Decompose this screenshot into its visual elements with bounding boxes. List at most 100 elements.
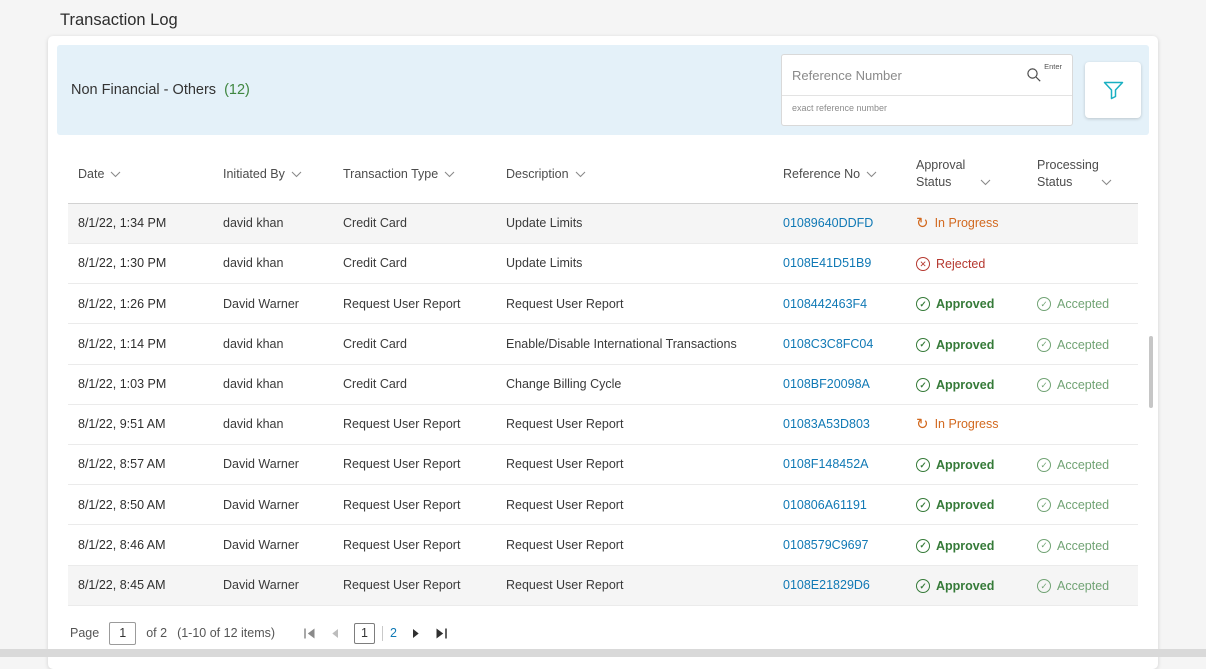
- table-row: 8/1/22, 1:03 PM david khan Credit Card C…: [68, 364, 1138, 404]
- approved-check-icon: ✓: [916, 297, 930, 311]
- sort-chevron-icon[interactable]: [1101, 179, 1112, 186]
- next-page-icon: [412, 628, 420, 639]
- cell-date: 8/1/22, 1:14 PM: [68, 324, 213, 364]
- approval-status: ✕Rejected: [916, 257, 985, 271]
- cell-transaction-type: Request User Report: [333, 525, 496, 565]
- sort-chevron-icon[interactable]: [444, 171, 455, 178]
- in-progress-clock-icon: ↻: [916, 417, 929, 432]
- reference-link[interactable]: 010806A61191: [783, 498, 867, 512]
- page: Transaction Log Non Financial - Others (…: [0, 0, 1206, 657]
- status-text: In Progress: [935, 417, 999, 431]
- approval-status: ✓Approved: [916, 579, 994, 593]
- cell-initiated-by: David Warner: [213, 565, 333, 605]
- accepted-check-icon: ✓: [1037, 458, 1051, 472]
- reference-link[interactable]: 01089640DDFD: [783, 216, 873, 230]
- column-header-processing-status[interactable]: Processing Status: [1027, 144, 1138, 203]
- search-input-row: Enter: [782, 55, 1072, 96]
- reference-number-input[interactable]: [792, 68, 1026, 83]
- page-label: Page: [70, 626, 99, 640]
- accepted-check-icon: ✓: [1037, 498, 1051, 512]
- cell-initiated-by: David Warner: [213, 525, 333, 565]
- vertical-scrollbar[interactable]: [1149, 336, 1153, 408]
- cell-description: Update Limits: [496, 243, 773, 283]
- processing-status: ✓Accepted: [1037, 579, 1109, 593]
- reference-link[interactable]: 0108E21829D6: [783, 578, 870, 592]
- column-header-initiated-by[interactable]: Initiated By: [213, 144, 333, 203]
- column-header-date[interactable]: Date: [68, 144, 213, 203]
- accepted-check-icon: ✓: [1037, 579, 1051, 593]
- cell-date: 8/1/22, 1:30 PM: [68, 243, 213, 283]
- horizontal-scrollbar[interactable]: [0, 649, 1206, 657]
- approved-check-icon: ✓: [916, 338, 930, 352]
- table-row: 8/1/22, 8:46 AM David Warner Request Use…: [68, 525, 1138, 565]
- previous-page-button[interactable]: [331, 628, 339, 639]
- first-page-button[interactable]: [303, 627, 316, 640]
- column-header-reference-no[interactable]: Reference No: [773, 144, 906, 203]
- last-page-icon: [435, 627, 448, 640]
- rejected-cross-icon: ✕: [916, 257, 930, 271]
- column-header-description[interactable]: Description: [496, 144, 773, 203]
- reference-link[interactable]: 0108F148452A: [783, 457, 869, 471]
- cell-initiated-by: david khan: [213, 324, 333, 364]
- reference-link[interactable]: 0108E41D51B9: [783, 256, 871, 270]
- search-icon[interactable]: [1026, 67, 1042, 83]
- reference-link[interactable]: 01083A53D803: [783, 417, 870, 431]
- page-number-input[interactable]: [109, 622, 136, 645]
- cell-description: Request User Report: [496, 525, 773, 565]
- cell-date: 8/1/22, 1:26 PM: [68, 284, 213, 324]
- cell-initiated-by: david khan: [213, 243, 333, 283]
- sort-chevron-icon[interactable]: [866, 171, 877, 178]
- table-row: 8/1/22, 9:51 AM david khan Request User …: [68, 404, 1138, 444]
- status-text: Accepted: [1057, 378, 1109, 392]
- filter-button[interactable]: [1085, 62, 1141, 118]
- reference-link[interactable]: 0108442463F4: [783, 297, 867, 311]
- table-row: 8/1/22, 8:50 AM David Warner Request Use…: [68, 485, 1138, 525]
- cell-date: 8/1/22, 8:45 AM: [68, 565, 213, 605]
- cell-date: 8/1/22, 8:46 AM: [68, 525, 213, 565]
- column-header-approval-status[interactable]: Approval Status: [906, 144, 1027, 203]
- approval-status: ↻ In Progress: [916, 417, 999, 432]
- next-page-button[interactable]: [412, 628, 420, 639]
- reference-link[interactable]: 0108579C9697: [783, 538, 869, 552]
- status-text: Approved: [936, 338, 994, 352]
- sort-chevron-icon[interactable]: [575, 171, 586, 178]
- page-number-list: 1 2: [354, 623, 397, 644]
- cell-initiated-by: david khan: [213, 364, 333, 404]
- sort-chevron-icon[interactable]: [291, 171, 302, 178]
- processing-status: ✓ Accepted: [1037, 498, 1109, 512]
- approval-status: ✓ Approved: [916, 338, 994, 352]
- category-name: Non Financial - Others: [71, 82, 216, 98]
- cell-initiated-by: David Warner: [213, 444, 333, 484]
- column-header-transaction-type[interactable]: Transaction Type: [333, 144, 496, 203]
- cell-date: 8/1/22, 8:50 AM: [68, 485, 213, 525]
- pagination-controls: 1 2: [303, 623, 448, 644]
- status-text: Accepted: [1057, 498, 1109, 512]
- accepted-check-icon: ✓: [1037, 378, 1051, 392]
- processing-status: ✓Accepted: [1037, 297, 1109, 311]
- processing-status: ✓Accepted: [1037, 338, 1109, 352]
- sort-chevron-icon[interactable]: [110, 171, 121, 178]
- status-text: Accepted: [1057, 458, 1109, 472]
- current-page-box[interactable]: 1: [354, 623, 375, 644]
- enter-hint: Enter: [1044, 62, 1062, 71]
- reference-link[interactable]: 0108BF20098A: [783, 377, 870, 391]
- transaction-table-body: 8/1/22, 1:34 PM david khan Credit Card U…: [68, 203, 1138, 605]
- cell-description: Request User Report: [496, 284, 773, 324]
- approved-check-icon: ✓: [916, 498, 930, 512]
- approval-status: ✓Approved: [916, 498, 994, 512]
- reference-link[interactable]: 0108C3C8FC04: [783, 337, 873, 351]
- cell-date: 8/1/22, 8:57 AM: [68, 444, 213, 484]
- processing-status: ✓Accepted: [1037, 539, 1109, 553]
- page-2-link[interactable]: 2: [390, 626, 397, 640]
- approval-status: ✓Approved: [916, 458, 994, 472]
- in-progress-clock-icon: ↻: [916, 216, 929, 231]
- items-summary: (1-10 of 12 items): [177, 626, 275, 640]
- last-page-button[interactable]: [435, 627, 448, 640]
- status-text: Accepted: [1057, 338, 1109, 352]
- approved-check-icon: ✓: [916, 378, 930, 392]
- cell-transaction-type: Request User Report: [333, 284, 496, 324]
- sort-chevron-icon[interactable]: [980, 179, 991, 186]
- status-text: Accepted: [1057, 539, 1109, 553]
- cell-description: Enable/Disable International Transaction…: [496, 324, 773, 364]
- cell-date: 8/1/22, 9:51 AM: [68, 404, 213, 444]
